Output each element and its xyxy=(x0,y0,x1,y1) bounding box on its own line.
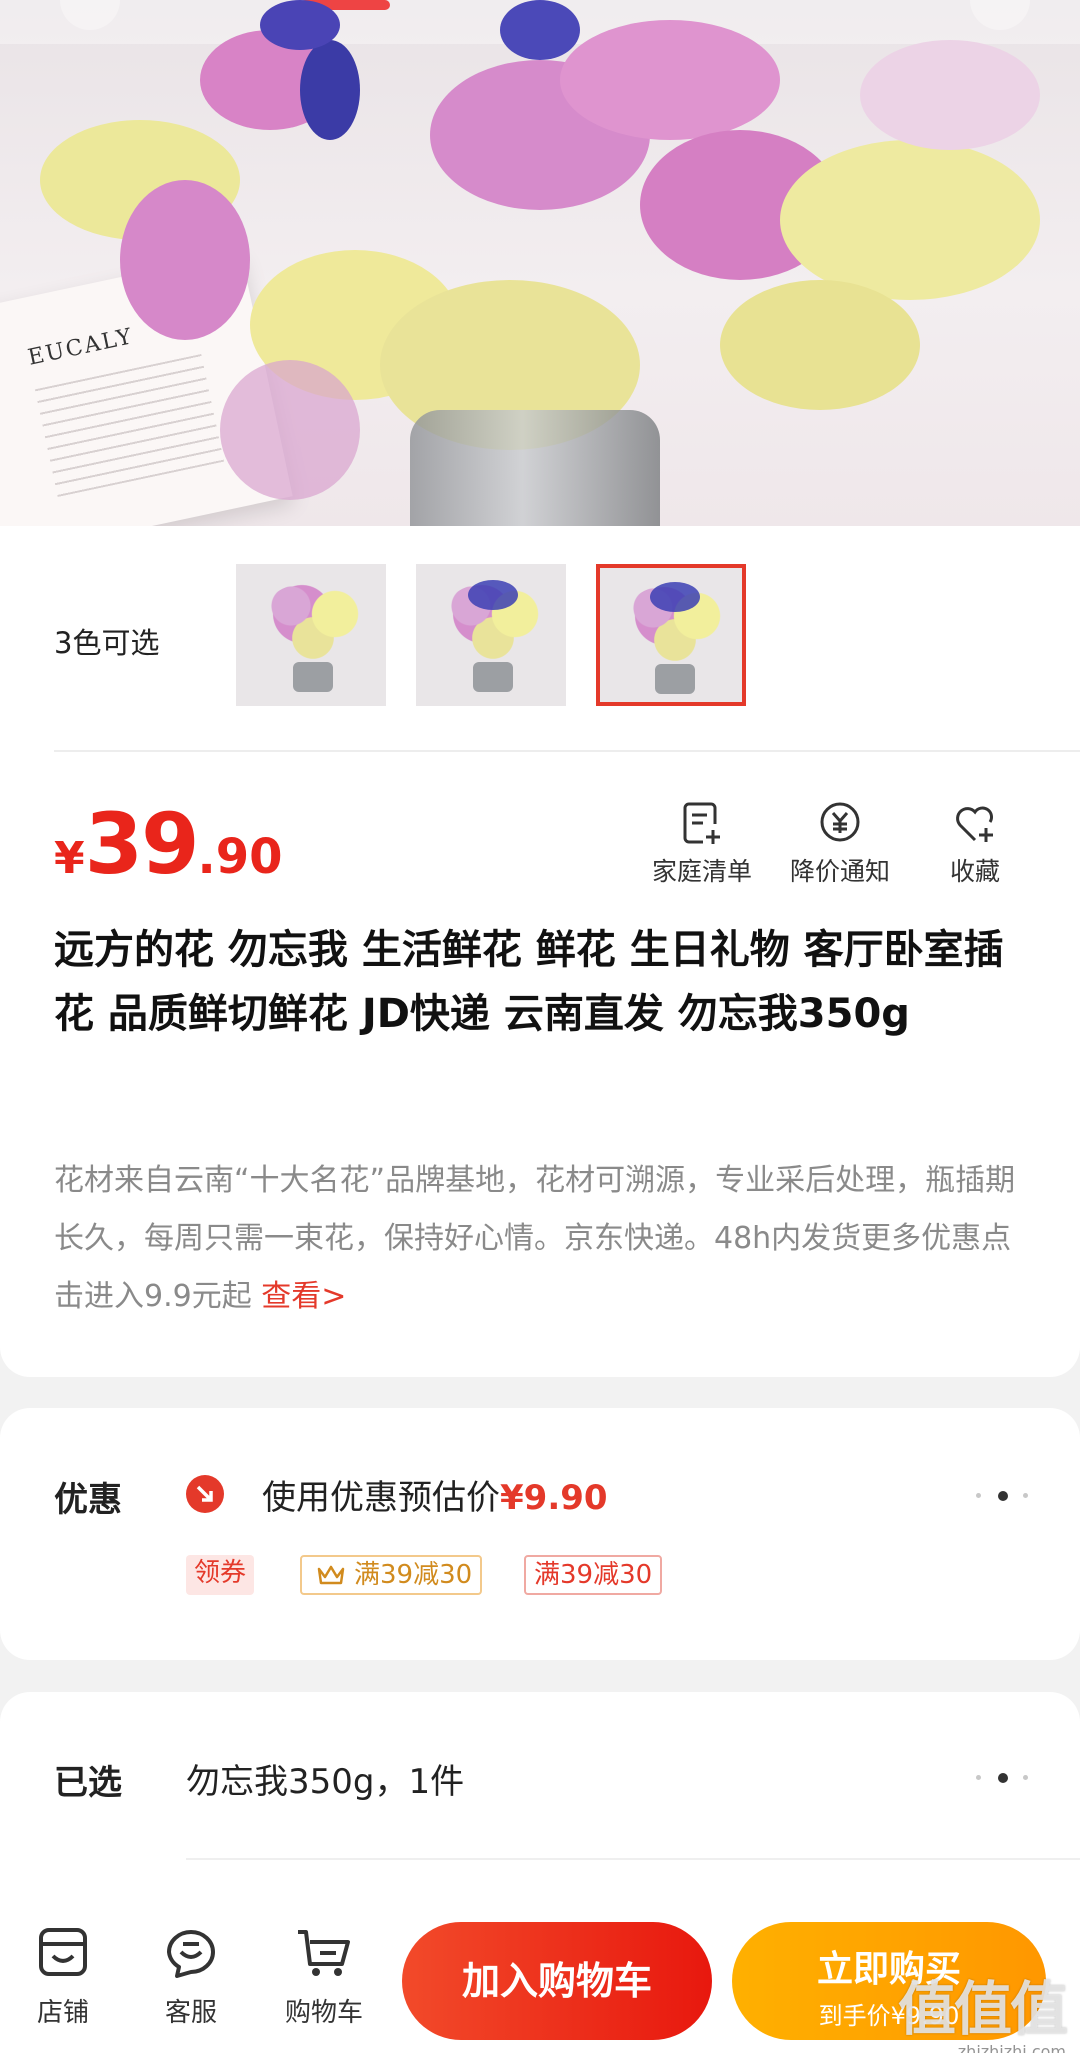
crown-icon xyxy=(317,1565,345,1585)
flower-blue xyxy=(300,40,360,140)
flower-pink xyxy=(860,40,1040,150)
coupon-section-title: 优惠 xyxy=(54,1480,122,1520)
flower-pink xyxy=(120,180,250,340)
estimate-prefix: 使用优惠预估价 xyxy=(262,1478,500,1518)
plus-coupon-tag[interactable]: 满39减30 xyxy=(300,1555,483,1595)
color-option-3-selected[interactable] xyxy=(596,564,746,706)
list-add-icon xyxy=(683,802,720,844)
product-hero-image[interactable]: EUCALY xyxy=(0,0,1080,526)
thumbnail-vase xyxy=(655,664,695,694)
store-label: 店铺 xyxy=(36,1998,89,2028)
estimate-price: ¥9.90 xyxy=(500,1478,608,1518)
description-text: 花材来自云南“十大名花”品牌基地，花材可溯源，专业采后处理，瓶插期长久，每周只需… xyxy=(54,1163,1016,1314)
estimated-price-text: 使用优惠预估价¥9.90 xyxy=(262,1470,608,1519)
store-button[interactable]: 店铺 xyxy=(18,1922,108,2029)
selected-section-title: 已选 xyxy=(54,1763,122,1803)
customer-service-button[interactable]: 客服 xyxy=(146,1922,236,2029)
cart-button[interactable]: 购物车 xyxy=(274,1922,374,2029)
more-dots-icon[interactable] xyxy=(976,1772,1028,1784)
store-icon xyxy=(39,1928,87,1976)
color-option-2[interactable] xyxy=(416,564,566,706)
price: ¥39.90 xyxy=(54,795,283,893)
price-integer: 39 xyxy=(84,795,200,893)
thumbnail-vase xyxy=(293,662,333,692)
selected-spec-value: 勿忘我350g，1件 xyxy=(186,1762,465,1802)
favorite-label: 收藏 xyxy=(949,857,1000,886)
price-drop-icon xyxy=(820,802,860,842)
flower-pink xyxy=(560,20,780,140)
thumbnail-vase xyxy=(473,662,513,692)
color-option-1[interactable] xyxy=(236,564,386,706)
price-alert-label: 降价通知 xyxy=(789,857,890,886)
cart-label: 购物车 xyxy=(284,1998,363,2028)
thumbnail-image xyxy=(258,582,368,662)
product-detail-page: EUCALY 3色可选 ¥39.90 家庭清单 降价通知 收藏 远方的花 勿忘我… xyxy=(0,0,1080,2053)
hero-card-text: EUCALY xyxy=(25,324,136,371)
discount-arrow-icon xyxy=(186,1475,224,1513)
thumbnail-blue-flowers xyxy=(650,582,700,612)
heart-icon xyxy=(956,806,993,842)
coupon-tag[interactable]: 满39减30 xyxy=(524,1555,663,1595)
add-to-cart-button[interactable]: 加入购物车 xyxy=(402,1922,712,2040)
vase xyxy=(410,410,660,526)
flower-blue xyxy=(260,0,340,50)
service-label: 客服 xyxy=(164,1998,217,2028)
product-title: 远方的花 勿忘我 生活鲜花 鲜花 生日礼物 客厅卧室插花 品质鲜切鲜花 JD快递… xyxy=(54,927,1004,1037)
flower-pink xyxy=(220,360,360,500)
hero-card-lines xyxy=(34,354,225,497)
thumbnail-blue-flowers xyxy=(468,580,518,610)
divider xyxy=(54,750,1080,752)
coupon-section[interactable] xyxy=(0,1408,1080,1660)
family-list-button[interactable]: 家庭清单 xyxy=(642,800,762,888)
divider xyxy=(186,1858,1080,1860)
flower-yellow xyxy=(720,280,920,410)
favorite-button[interactable]: 收藏 xyxy=(930,800,1020,888)
cart-icon xyxy=(298,1930,350,1976)
flower-yellow xyxy=(780,140,1040,300)
service-icon xyxy=(167,1930,215,1978)
flower-blue xyxy=(500,0,580,60)
price-decimal: .90 xyxy=(197,829,283,885)
family-list-label: 家庭清单 xyxy=(651,857,752,886)
watermark-logo: 值值值 xyxy=(897,1975,1068,2043)
product-description: 花材来自云南“十大名花”品牌基地，花材可溯源，专业采后处理，瓶插期长久，每周只需… xyxy=(54,1152,1034,1326)
price-alert-button[interactable]: 降价通知 xyxy=(780,800,900,888)
price-currency: ¥ xyxy=(54,833,85,884)
get-coupon-tag[interactable]: 领券 xyxy=(186,1555,255,1595)
color-option-label: 3色可选 xyxy=(54,626,160,660)
watermark: 值值值 zhizhizhi.com xyxy=(897,1962,1068,2053)
view-more-link[interactable]: 查看> xyxy=(261,1279,346,1314)
plus-coupon-label: 满39减30 xyxy=(354,1560,473,1590)
more-dots-icon[interactable] xyxy=(976,1490,1028,1502)
